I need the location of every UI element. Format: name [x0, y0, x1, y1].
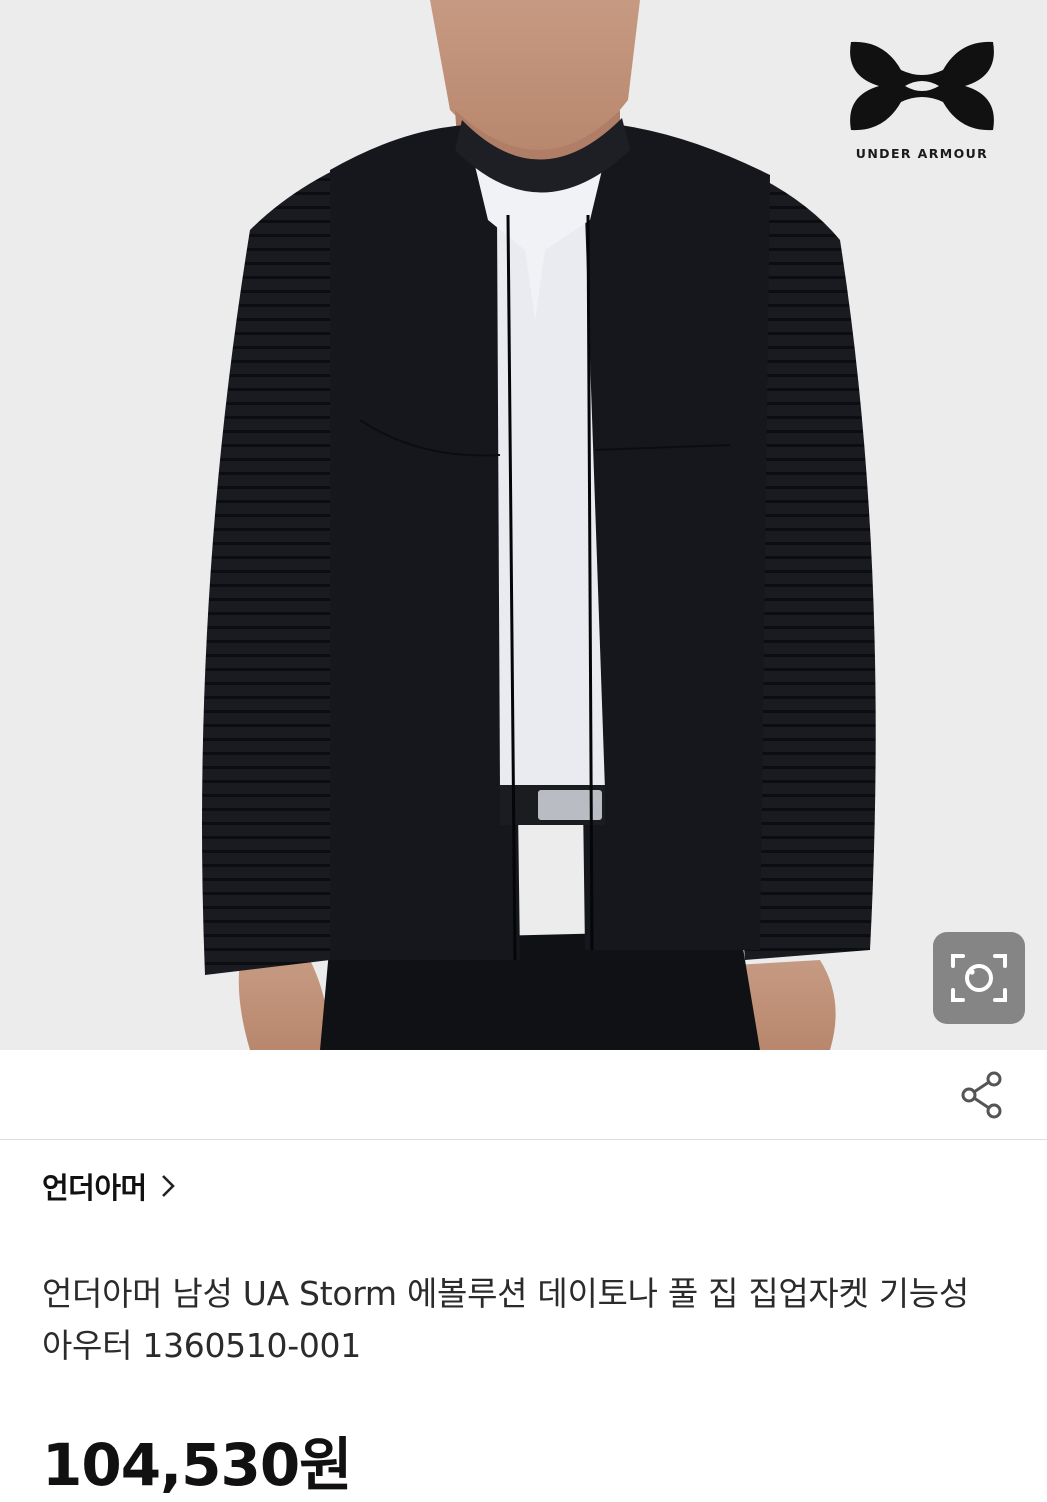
image-search-button[interactable] [933, 932, 1025, 1024]
product-price: 104,530원 [42, 1431, 353, 1499]
product-image[interactable]: UNDER ARMOUR [0, 0, 1047, 1050]
share-icon [961, 1071, 1002, 1119]
under-armour-logo-icon [850, 41, 994, 131]
share-button[interactable] [957, 1070, 1007, 1120]
brand-logo-text: UNDER ARMOUR [855, 146, 989, 161]
brand-link-label: 언더아머 [42, 1171, 147, 1205]
chevron-right-icon [161, 1175, 175, 1197]
camera-search-icon [951, 954, 1007, 1002]
share-row [0, 1050, 1047, 1140]
brand-link[interactable]: 언더아머 [42, 1165, 175, 1207]
product-title: 언더아머 남성 UA Storm 에볼루션 데이토나 풀 집 집업자켓 기능성 … [42, 1274, 969, 1365]
brand-logo: UNDER ARMOUR [839, 36, 1005, 161]
